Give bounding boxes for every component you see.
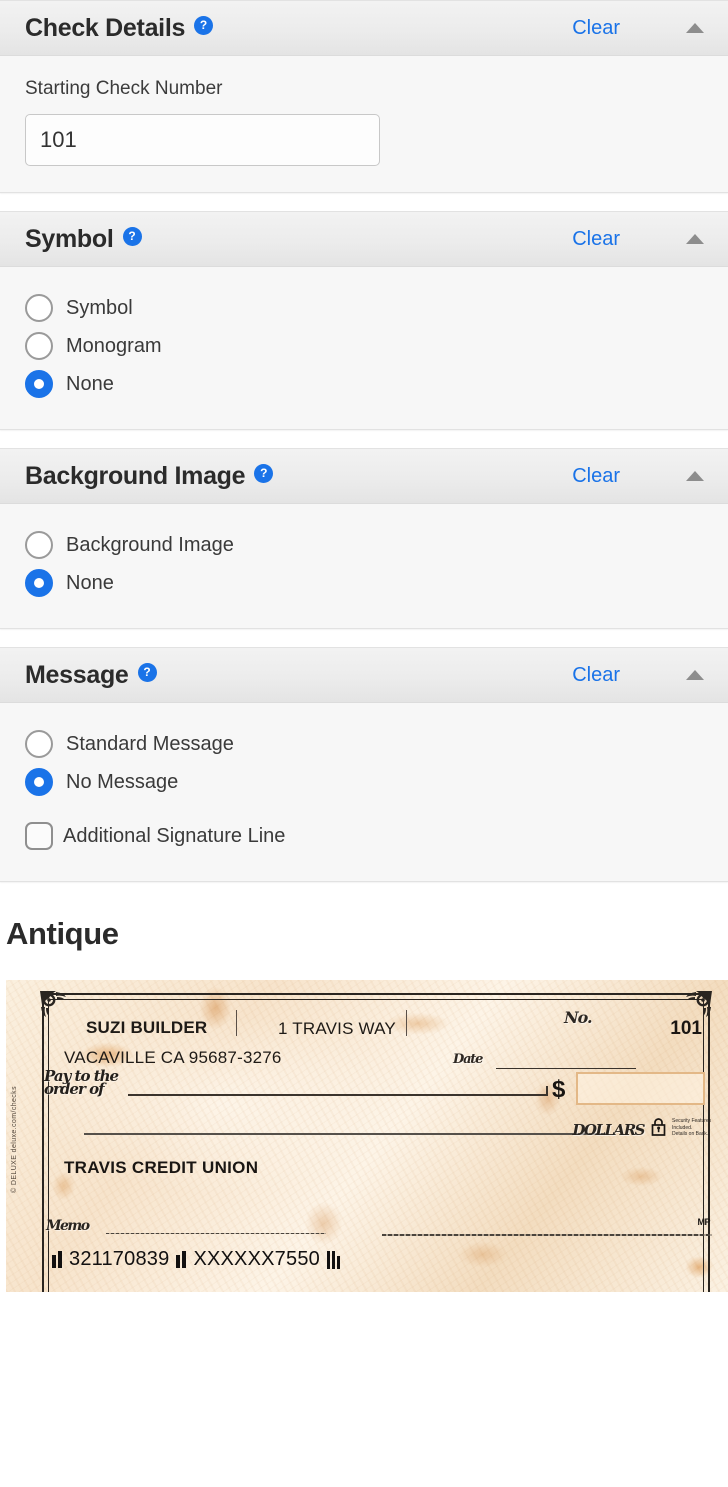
micr-account-number: XXXXXX7550 (193, 1248, 320, 1271)
section-title: Check Details (25, 14, 185, 43)
section-body-background-image: Background Image None (0, 504, 728, 628)
micr-routing-symbol-icon (176, 1251, 186, 1268)
check-copyright: © DELUXE deluxe.com/checks (6, 1054, 22, 1224)
radio-label: None (66, 572, 114, 595)
radio-option-monogram[interactable]: Monogram (25, 327, 703, 365)
section-message: Message ? Clear Standard Message No Mess… (0, 647, 728, 882)
check-number-label: No. (564, 1008, 592, 1027)
section-body-check-details: Starting Check Number (0, 56, 728, 192)
check-copyright-text: © DELUXE deluxe.com/checks (11, 1086, 18, 1193)
starting-check-number-input[interactable] (25, 114, 380, 166)
payer-city-state-zip: VACAVILLE CA 95687-3276 (64, 1048, 282, 1068)
clear-link[interactable]: Clear (572, 664, 620, 687)
radio-label: Monogram (66, 335, 162, 358)
help-circle-icon[interactable]: ? (194, 16, 213, 35)
section-check-details: Check Details ? Clear Starting Check Num… (0, 0, 728, 193)
section-title: Background Image (25, 462, 245, 491)
radio-icon[interactable] (25, 332, 53, 360)
radio-option-background-image[interactable]: Background Image (25, 526, 703, 564)
radio-icon[interactable] (25, 730, 53, 758)
design-name-heading: Antique (6, 916, 728, 952)
radio-option-none[interactable]: None (25, 564, 703, 602)
radio-option-none[interactable]: None (25, 365, 703, 403)
section-header-symbol[interactable]: Symbol ? Clear (0, 212, 728, 267)
clear-link[interactable]: Clear (572, 228, 620, 251)
section-header-background-image[interactable]: Background Image ? Clear (0, 449, 728, 504)
section-background-image: Background Image ? Clear Background Imag… (0, 448, 728, 629)
micr-routing-symbol-icon (52, 1251, 62, 1268)
payer-street: 1 TRAVIS WAY (278, 1019, 396, 1039)
dollar-sign: $ (552, 1076, 565, 1104)
bank-name: TRAVIS CREDIT UNION (64, 1158, 258, 1178)
check-designer-page: Check Details ? Clear Starting Check Num… (0, 0, 728, 1487)
section-symbol: Symbol ? Clear Symbol Monogram None (0, 211, 728, 430)
radio-label: None (66, 373, 114, 396)
section-header-message[interactable]: Message ? Clear (0, 648, 728, 703)
security-features-note: Security Features Included. Details on B… (672, 1118, 724, 1138)
section-body-symbol: Symbol Monogram None (0, 267, 728, 429)
check-paper: © DELUXE deluxe.com/checks (6, 980, 728, 1292)
memo-line (106, 1233, 326, 1234)
chevron-up-icon[interactable] (686, 670, 704, 680)
field-divider (406, 1010, 407, 1036)
check-fields: SUZI BUILDER 1 TRAVIS WAY VACAVILLE CA 9… (28, 980, 728, 1292)
chevron-up-icon[interactable] (686, 23, 704, 33)
pay-to-the-order-of-label: Pay to the order of (44, 1070, 144, 1096)
check-preview[interactable]: © DELUXE deluxe.com/checks (0, 980, 728, 1292)
field-divider (236, 1010, 237, 1036)
starting-check-number-label: Starting Check Number (25, 78, 703, 100)
checkbox-option-additional-signature-line[interactable]: Additional Signature Line (25, 817, 703, 855)
payee-line (128, 1094, 548, 1096)
radio-option-symbol[interactable]: Symbol (25, 289, 703, 327)
payer-name: SUZI BUILDER (86, 1018, 207, 1038)
date-label: Date (453, 1052, 482, 1067)
security-note-line-1: Security Features (672, 1118, 711, 1124)
amount-box (576, 1072, 705, 1105)
help-circle-icon[interactable]: ? (138, 663, 157, 682)
chevron-up-icon[interactable] (686, 471, 704, 481)
radio-label: Symbol (66, 297, 133, 320)
dollars-label: DOLLARS (572, 1121, 644, 1139)
radio-label: No Message (66, 771, 178, 794)
date-line (496, 1068, 636, 1069)
radio-label: Background Image (66, 534, 234, 557)
micr-onus-symbol-icon (327, 1251, 340, 1269)
memo-label: Memo (46, 1218, 89, 1234)
chevron-up-icon[interactable] (686, 234, 704, 244)
clear-link[interactable]: Clear (572, 465, 620, 488)
clear-link[interactable]: Clear (572, 17, 620, 40)
check-number-value: 101 (670, 1018, 702, 1040)
section-body-message: Standard Message No Message Additional S… (0, 703, 728, 881)
security-note-line-2: Included. (672, 1125, 692, 1131)
radio-icon[interactable] (25, 531, 53, 559)
check-inner: SUZI BUILDER 1 TRAVIS WAY VACAVILLE CA 9… (28, 980, 728, 1292)
radio-icon-selected[interactable] (25, 370, 53, 398)
padlock-icon (651, 1117, 666, 1141)
radio-option-standard-message[interactable]: Standard Message (25, 725, 703, 763)
help-circle-icon[interactable]: ? (254, 464, 273, 483)
signature-line (382, 1234, 712, 1236)
radio-icon-selected[interactable] (25, 569, 53, 597)
security-note-line-3: Details on Back. (672, 1131, 708, 1137)
radio-icon[interactable] (25, 294, 53, 322)
option-spacer (25, 801, 703, 817)
written-amount-line (84, 1133, 607, 1135)
checkbox-icon[interactable] (25, 822, 53, 850)
radio-icon-selected[interactable] (25, 768, 53, 796)
section-header-check-details[interactable]: Check Details ? Clear (0, 1, 728, 56)
section-title: Message (25, 661, 129, 690)
help-circle-icon[interactable]: ? (123, 227, 142, 246)
micr-routing-number: 321170839 (69, 1248, 169, 1271)
radio-label: Standard Message (66, 733, 234, 756)
radio-option-no-message[interactable]: No Message (25, 763, 703, 801)
section-title: Symbol (25, 225, 114, 254)
micr-line: 321170839 XXXXXX7550 (52, 1248, 340, 1271)
mp-mark: MP (698, 1217, 711, 1227)
checkbox-label: Additional Signature Line (63, 825, 285, 848)
